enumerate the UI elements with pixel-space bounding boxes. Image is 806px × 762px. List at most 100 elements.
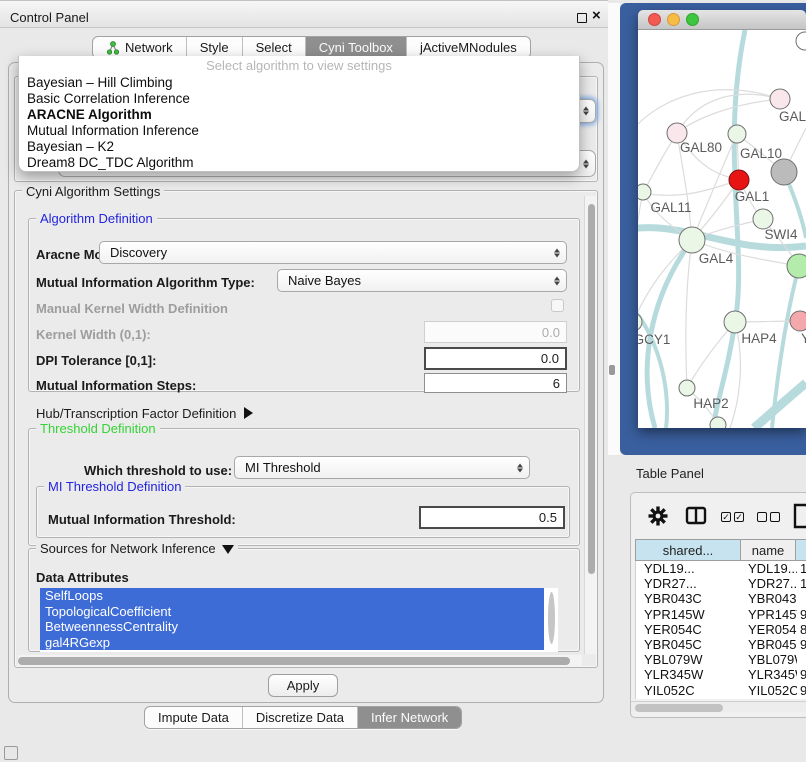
collapse-arrow-icon[interactable]	[222, 545, 234, 554]
mi-threshold-title: MI Threshold Definition	[44, 479, 185, 494]
kernel-width-field[interactable]: 0.0	[424, 321, 567, 343]
aracne-mode-combo[interactable]: Discovery	[99, 241, 567, 264]
hub-section[interactable]: Hub/Transcription Factor Definition	[36, 406, 253, 421]
table-row[interactable]: YLR345WYLR345W9.	[636, 667, 806, 682]
tab-network[interactable]: Network	[93, 37, 186, 58]
function-builder-icon[interactable]	[793, 503, 806, 529]
data-attributes-list[interactable]: SelfLoopsTopologicalCoefficientBetweenne…	[40, 588, 558, 652]
mi-threshold-field[interactable]: 0.5	[419, 506, 565, 529]
column-header-name[interactable]: name	[741, 539, 796, 561]
settings-vertical-scrollbar[interactable]	[584, 196, 596, 654]
network-node	[679, 380, 695, 396]
table-cell	[797, 591, 806, 606]
attribute-list-item[interactable]: TopologicalCoefficient	[40, 604, 544, 620]
node-label: HAP4	[741, 331, 777, 346]
close-window-icon[interactable]	[648, 13, 661, 26]
table-row[interactable]: YBL079WYBL079W	[636, 652, 806, 667]
table-row[interactable]: YBR043CYBR043C	[636, 591, 806, 606]
tab-discretize-data[interactable]: Discretize Data	[242, 707, 357, 728]
network-edge	[686, 240, 692, 388]
table-row[interactable]: YPR145WYPR145W9.	[636, 607, 806, 622]
settings-horizontal-scrollbar[interactable]	[18, 655, 582, 667]
table-cell	[797, 652, 806, 667]
attribute-list-item[interactable]: gal4RGexp	[40, 635, 544, 651]
hub-section-label: Hub/Transcription Factor Definition	[36, 406, 236, 421]
close-panel-icon[interactable]: ×	[592, 7, 601, 24]
table-row[interactable]: YER054CYER054C8.	[636, 622, 806, 637]
network-node	[729, 170, 749, 190]
table-cell: YBR043C	[742, 591, 797, 606]
tab-style[interactable]: Style	[186, 37, 242, 58]
dpi-tolerance-field[interactable]: 0.0	[424, 347, 567, 370]
scrollbar-thumb[interactable]	[18, 657, 570, 665]
table-cell: YBR045C	[742, 637, 797, 652]
network-canvas[interactable]: GALGAL80GAL10GAL11GAL1SWI4GAL4GCY1HAP4YH…	[638, 30, 806, 428]
minimize-window-icon[interactable]	[667, 13, 680, 26]
table-row[interactable]: YIL052CYIL052C9.	[636, 683, 806, 698]
table-body[interactable]: YDL19...YDL19...13YDR27...YDR27...12YBR0…	[635, 561, 806, 699]
stepper-icon	[517, 463, 523, 472]
network-edge	[677, 94, 780, 133]
tab-select[interactable]: Select	[242, 37, 305, 58]
network-view-window[interactable]: GALGAL80GAL10GAL11GAL1SWI4GAL4GCY1HAP4YH…	[638, 10, 806, 428]
aracne-mode-value: Discovery	[110, 245, 167, 260]
list-scrollbar-thumb[interactable]	[548, 592, 555, 644]
deselect-all-icon[interactable]	[757, 512, 780, 522]
cyni-bottom-tabstrip: Impute Data Discretize Data Infer Networ…	[144, 706, 462, 729]
expand-arrow-icon[interactable]	[244, 407, 253, 419]
select-all-icon[interactable]: ✓ ✓	[721, 512, 744, 522]
which-threshold-combo[interactable]: MI Threshold	[234, 456, 530, 479]
table-row[interactable]: YDR27...YDR27...12	[636, 576, 806, 591]
table-row[interactable]: YBR045CYBR045C9.	[636, 637, 806, 652]
node-label: GAL	[779, 109, 806, 124]
checked-box-icon: ✓	[721, 512, 731, 522]
column-header-partial[interactable]	[796, 539, 806, 561]
sources-title[interactable]: Sources for Network Inference	[36, 541, 238, 556]
column-layout-icon[interactable]	[685, 506, 707, 526]
dropdown-item[interactable]: Mutual Information Inference	[19, 123, 579, 139]
table-header-row: shared... name	[635, 539, 806, 561]
manual-kernel-label: Manual Kernel Width Definition	[36, 301, 228, 316]
dropdown-item[interactable]: Dream8 DC_TDC Algorithm	[19, 155, 579, 171]
float-panel-icon[interactable]	[577, 13, 587, 23]
tab-infer-network[interactable]: Infer Network	[357, 707, 461, 728]
node-label: GAL11	[650, 200, 691, 215]
mi-steps-field[interactable]: 6	[424, 373, 567, 393]
attribute-list-item[interactable]: BetweennessCentrality	[40, 619, 544, 635]
dropdown-item[interactable]: Bayesian – Hill Climbing	[19, 75, 579, 91]
attribute-list-item[interactable]: SelfLoops	[40, 588, 544, 604]
network-window-titlebar[interactable]	[638, 10, 806, 30]
control-panel-title: Control Panel	[10, 10, 89, 25]
tab-jactivemnodules[interactable]: jActiveMNodules	[406, 37, 530, 58]
zoom-window-icon[interactable]	[686, 13, 699, 26]
scrollbar-thumb[interactable]	[588, 204, 595, 574]
table-row[interactable]: YDL19...YDL19...13	[636, 561, 806, 576]
manual-kernel-checkbox[interactable]	[551, 299, 564, 312]
network-node	[638, 313, 642, 331]
dropdown-item[interactable]: Basic Correlation Inference	[19, 91, 579, 107]
split-pane-handle[interactable]	[609, 365, 615, 375]
apply-button[interactable]: Apply	[268, 674, 338, 697]
dropdown-item[interactable]: ARACNE Algorithm	[19, 107, 579, 123]
node-label: GAL1	[735, 189, 770, 204]
scrollbar-thumb[interactable]	[635, 704, 723, 712]
tab-network-label: Network	[125, 40, 173, 55]
table-cell: YBL079W	[742, 652, 797, 667]
column-header-shared-name[interactable]: shared...	[635, 539, 741, 561]
mi-type-combo[interactable]: Naive Bayes	[277, 269, 567, 292]
table-cell: YLR345W	[742, 667, 797, 682]
table-cell: YIL052C	[636, 683, 742, 698]
dropdown-item[interactable]: Bayesian – K2	[19, 139, 579, 155]
tab-cyni-toolbox[interactable]: Cyni Toolbox	[305, 37, 406, 58]
node-label: GCY1	[638, 332, 670, 347]
tab-impute-data[interactable]: Impute Data	[145, 707, 242, 728]
network-node	[679, 227, 705, 253]
network-edge	[643, 180, 739, 195]
table-horizontal-scrollbar[interactable]	[631, 701, 806, 712]
data-attributes-label: Data Attributes	[36, 570, 129, 585]
dropdown-prompt: Select algorithm to view settings	[19, 58, 579, 75]
dock-panel-icon[interactable]	[4, 746, 18, 760]
unchecked-box-icon	[757, 512, 767, 522]
node-label: GAL4	[699, 251, 734, 266]
settings-gear-icon[interactable]	[647, 505, 669, 527]
